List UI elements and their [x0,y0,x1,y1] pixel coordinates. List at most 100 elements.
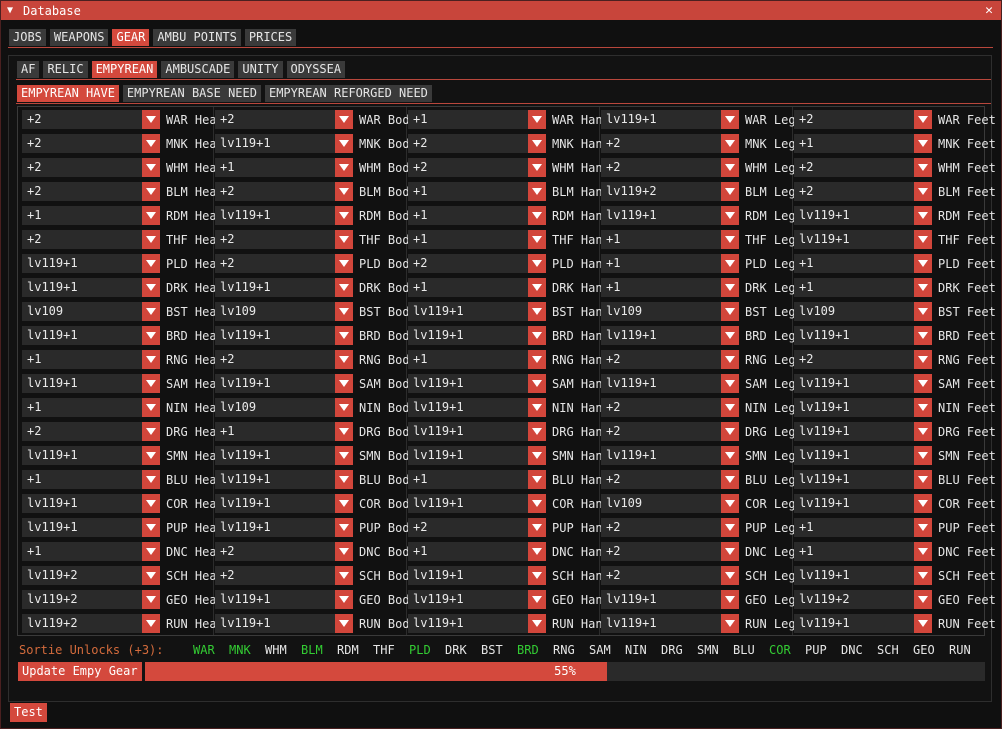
tab-ambu-points[interactable]: AMBU POINTS [153,29,241,46]
dropdown-arrow-icon[interactable] [528,494,546,513]
dropdown-arrow-icon[interactable] [914,134,932,153]
tab-weapons[interactable]: WEAPONS [49,29,109,46]
dropdown-arrow-icon[interactable] [335,614,353,633]
gear-level-combo[interactable]: +2 [601,422,721,441]
dropdown-arrow-icon[interactable] [142,422,160,441]
tab-gear-af[interactable]: AF [17,61,40,78]
dropdown-arrow-icon[interactable] [335,350,353,369]
gear-level-combo[interactable]: lv109 [601,302,721,321]
dropdown-arrow-icon[interactable] [914,206,932,225]
gear-level-combo[interactable]: lv119+1 [794,326,914,345]
gear-level-combo[interactable]: +2 [601,158,721,177]
dropdown-arrow-icon[interactable] [335,134,353,153]
gear-level-combo[interactable]: lv119+1 [794,374,914,393]
dropdown-arrow-icon[interactable] [914,590,932,609]
gear-level-combo[interactable]: +1 [215,158,335,177]
dropdown-arrow-icon[interactable] [914,326,932,345]
dropdown-arrow-icon[interactable] [721,110,739,129]
dropdown-arrow-icon[interactable] [142,326,160,345]
dropdown-arrow-icon[interactable] [721,614,739,633]
dropdown-arrow-icon[interactable] [335,110,353,129]
dropdown-arrow-icon[interactable] [142,206,160,225]
gear-level-combo[interactable]: lv119+1 [601,590,721,609]
dropdown-arrow-icon[interactable] [721,398,739,417]
dropdown-arrow-icon[interactable] [142,182,160,201]
gear-level-combo[interactable]: lv119+1 [215,374,335,393]
dropdown-arrow-icon[interactable] [142,254,160,273]
gear-level-combo[interactable]: lv119+1 [601,614,721,633]
gear-level-combo[interactable]: lv119+1 [215,590,335,609]
dropdown-arrow-icon[interactable] [721,446,739,465]
dropdown-arrow-icon[interactable] [721,494,739,513]
dropdown-arrow-icon[interactable] [142,518,160,537]
gear-level-combo[interactable]: lv119+1 [22,254,142,273]
gear-level-combo[interactable]: lv119+1 [22,494,142,513]
gear-level-combo[interactable]: +1 [408,278,528,297]
gear-level-combo[interactable]: lv119+1 [22,374,142,393]
dropdown-arrow-icon[interactable] [914,566,932,585]
tab-gear-unity[interactable]: UNITY [238,61,283,78]
dropdown-arrow-icon[interactable] [914,182,932,201]
dropdown-arrow-icon[interactable] [528,350,546,369]
gear-level-combo[interactable]: +1 [601,230,721,249]
gear-level-combo[interactable]: +2 [408,158,528,177]
dropdown-arrow-icon[interactable] [335,206,353,225]
dropdown-arrow-icon[interactable] [721,278,739,297]
gear-level-combo[interactable]: +1 [601,254,721,273]
tab-jobs[interactable]: JOBS [9,29,46,46]
gear-level-combo[interactable]: +2 [22,182,142,201]
dropdown-arrow-icon[interactable] [335,302,353,321]
gear-level-combo[interactable]: lv119+1 [215,470,335,489]
gear-level-combo[interactable]: +2 [22,230,142,249]
gear-level-combo[interactable]: +1 [22,398,142,417]
dropdown-arrow-icon[interactable] [721,350,739,369]
gear-level-combo[interactable]: lv119+1 [794,422,914,441]
dropdown-arrow-icon[interactable] [335,398,353,417]
gear-level-combo[interactable]: +2 [601,542,721,561]
tab-gear-empyrean[interactable]: EMPYREAN [91,61,158,78]
dropdown-arrow-icon[interactable] [142,566,160,585]
close-icon[interactable]: ✕ [981,3,997,18]
dropdown-arrow-icon[interactable] [528,134,546,153]
gear-level-combo[interactable]: +2 [794,182,914,201]
gear-level-combo[interactable]: lv119+1 [601,446,721,465]
dropdown-arrow-icon[interactable] [721,374,739,393]
dropdown-arrow-icon[interactable] [335,518,353,537]
gear-level-combo[interactable]: +2 [408,518,528,537]
dropdown-arrow-icon[interactable] [721,158,739,177]
dropdown-arrow-icon[interactable] [528,110,546,129]
gear-level-combo[interactable]: lv119+1 [794,566,914,585]
tab-empyrean-empyrean-reforged-need[interactable]: EMPYREAN REFORGED NEED [264,85,432,102]
gear-level-combo[interactable]: lv119+1 [215,446,335,465]
tab-gear-relic[interactable]: RELIC [43,61,88,78]
gear-level-combo[interactable]: +2 [215,350,335,369]
gear-level-combo[interactable]: +1 [215,422,335,441]
dropdown-arrow-icon[interactable] [528,398,546,417]
dropdown-arrow-icon[interactable] [721,134,739,153]
gear-level-combo[interactable]: lv109 [601,494,721,513]
gear-level-combo[interactable]: lv119+1 [408,326,528,345]
dropdown-arrow-icon[interactable] [914,398,932,417]
gear-level-combo[interactable]: +1 [408,470,528,489]
dropdown-arrow-icon[interactable] [914,446,932,465]
dropdown-arrow-icon[interactable] [335,158,353,177]
dropdown-arrow-icon[interactable] [914,350,932,369]
gear-level-combo[interactable]: +2 [794,350,914,369]
gear-level-combo[interactable]: lv119+1 [215,206,335,225]
title-bar[interactable]: ▼ Database ✕ [1,1,1001,20]
gear-level-combo[interactable]: lv109 [215,398,335,417]
tab-gear-ambuscade[interactable]: AMBUSCADE [161,61,235,78]
dropdown-arrow-icon[interactable] [721,422,739,441]
dropdown-arrow-icon[interactable] [142,134,160,153]
gear-level-combo[interactable]: +2 [215,182,335,201]
gear-level-combo[interactable]: lv119+1 [215,494,335,513]
gear-level-combo[interactable]: +1 [408,350,528,369]
gear-level-combo[interactable]: +2 [215,542,335,561]
gear-level-combo[interactable]: lv119+2 [22,614,142,633]
gear-level-combo[interactable]: lv119+1 [601,326,721,345]
gear-level-combo[interactable]: lv119+1 [794,470,914,489]
dropdown-arrow-icon[interactable] [142,470,160,489]
dropdown-arrow-icon[interactable] [528,422,546,441]
gear-level-combo[interactable]: +1 [408,110,528,129]
dropdown-arrow-icon[interactable] [335,278,353,297]
